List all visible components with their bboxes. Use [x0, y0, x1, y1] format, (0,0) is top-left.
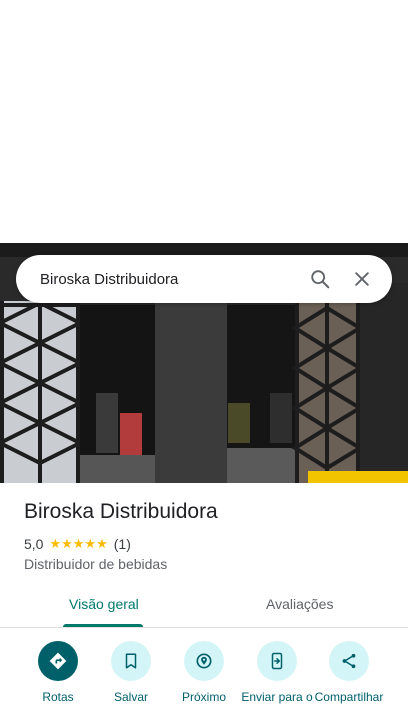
- share-label: Compartilhar: [314, 690, 384, 704]
- close-icon[interactable]: [346, 263, 378, 295]
- tab-bar: Visão geral Avaliações: [0, 584, 408, 628]
- nearby-button[interactable]: Próximo: [166, 641, 242, 704]
- place-category: Distribuidor de bebidas: [24, 556, 168, 572]
- share-icon: [329, 641, 369, 681]
- search-input[interactable]: Biroska Distribuidora: [40, 271, 294, 288]
- search-bar[interactable]: Biroska Distribuidora: [16, 255, 392, 303]
- nearby-label: Próximo: [181, 690, 226, 704]
- rating-value: 5,0: [24, 536, 44, 552]
- tab-overview[interactable]: Visão geral: [69, 596, 139, 612]
- map-area: [0, 0, 408, 243]
- search-icon[interactable]: [304, 263, 336, 295]
- directions-button[interactable]: Rotas: [20, 641, 96, 704]
- directions-label: Rotas: [42, 690, 74, 704]
- place-title: Biroska Distribuidora: [24, 500, 218, 523]
- share-button[interactable]: Compartilhar: [311, 641, 387, 704]
- rating-row[interactable]: 5,0 ★★★★★ (1): [24, 536, 131, 552]
- active-tab-indicator: [63, 624, 143, 627]
- bookmark-icon: [111, 641, 151, 681]
- action-bar: Rotas Salvar Próximo Enviar para o Compa…: [0, 641, 408, 726]
- send-to-phone-label: Enviar para o: [241, 690, 313, 704]
- save-label: Salvar: [113, 690, 148, 704]
- send-to-phone-icon: [257, 641, 297, 681]
- nearby-icon: [184, 641, 224, 681]
- save-button[interactable]: Salvar: [93, 641, 169, 704]
- review-count[interactable]: (1): [114, 536, 131, 552]
- send-to-phone-button[interactable]: Enviar para o: [239, 641, 315, 704]
- directions-icon: [38, 641, 78, 681]
- tab-reviews[interactable]: Avaliações: [266, 596, 333, 612]
- star-rating-icon: ★★★★★: [49, 536, 108, 551]
